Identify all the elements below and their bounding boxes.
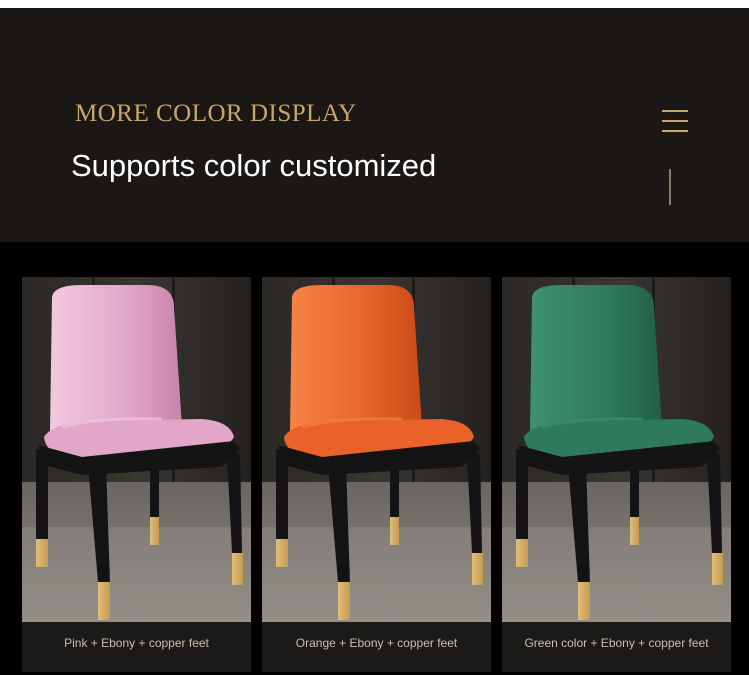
chair-image-orange bbox=[262, 277, 491, 622]
chair-image-green bbox=[502, 277, 731, 622]
section-title: MORE COLOR DISPLAY bbox=[75, 100, 357, 127]
menu-icon[interactable] bbox=[662, 109, 688, 133]
color-gallery: Pink + Ebony + copper feet Orange + Ebon… bbox=[22, 277, 735, 672]
section-subtitle: Supports color customized bbox=[71, 148, 437, 182]
top-border bbox=[0, 0, 749, 8]
product-card-green[interactable]: Green color + Ebony + copper feet bbox=[502, 277, 731, 672]
divider-line bbox=[669, 169, 671, 205]
product-caption: Orange + Ebony + copper feet bbox=[295, 636, 458, 650]
chair-image-pink bbox=[22, 277, 251, 622]
product-caption: Pink + Ebony + copper feet bbox=[64, 636, 209, 650]
product-card-pink[interactable]: Pink + Ebony + copper feet bbox=[22, 277, 251, 672]
section-header: MORE COLOR DISPLAY Supports color custom… bbox=[0, 8, 749, 242]
product-caption: Green color + Ebony + copper feet bbox=[524, 636, 709, 650]
product-card-orange[interactable]: Orange + Ebony + copper feet bbox=[262, 277, 491, 672]
